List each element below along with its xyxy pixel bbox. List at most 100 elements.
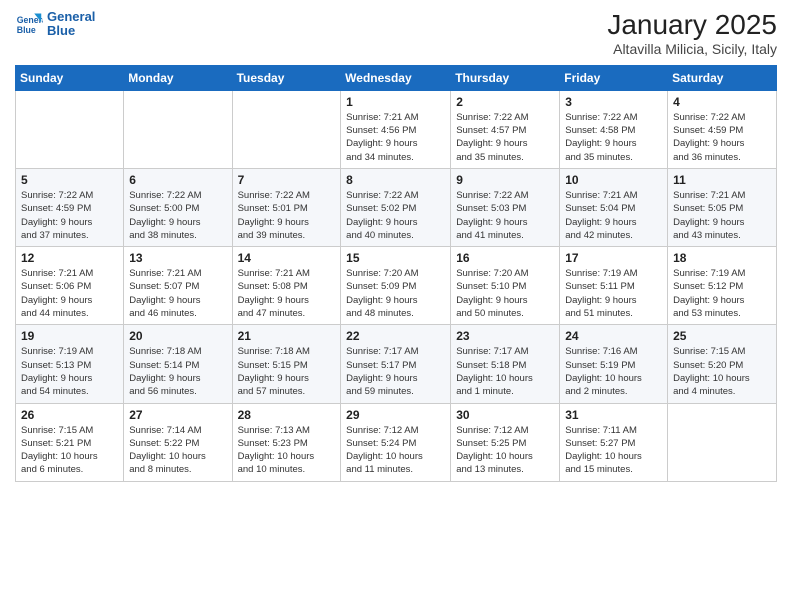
day-info: Sunrise: 7:13 AM Sunset: 5:23 PM Dayligh… <box>238 424 336 477</box>
day-number: 4 <box>673 95 771 109</box>
calendar-cell: 11 Sunrise: 7:21 AM Sunset: 5:05 PM Dayli… <box>668 168 777 246</box>
calendar-cell: 27 Sunrise: 7:14 AM Sunset: 5:22 PM Dayli… <box>124 403 232 481</box>
day-info: Sunrise: 7:22 AM Sunset: 5:01 PM Dayligh… <box>238 189 336 242</box>
title-block: January 2025 Altavilla Milicia, Sicily, … <box>607 10 777 57</box>
calendar-weekday-tuesday: Tuesday <box>232 65 341 90</box>
calendar-week-row: 12 Sunrise: 7:21 AM Sunset: 5:06 PM Dayli… <box>16 247 777 325</box>
day-info: Sunrise: 7:19 AM Sunset: 5:12 PM Dayligh… <box>673 267 771 320</box>
calendar-cell: 7 Sunrise: 7:22 AM Sunset: 5:01 PM Daylig… <box>232 168 341 246</box>
calendar-cell <box>232 90 341 168</box>
logo-general: General <box>47 10 95 24</box>
calendar-cell: 1 Sunrise: 7:21 AM Sunset: 4:56 PM Daylig… <box>341 90 451 168</box>
day-number: 1 <box>346 95 445 109</box>
calendar-cell: 22 Sunrise: 7:17 AM Sunset: 5:17 PM Dayli… <box>341 325 451 403</box>
calendar-weekday-thursday: Thursday <box>451 65 560 90</box>
day-number: 16 <box>456 251 554 265</box>
calendar-cell: 13Sunrise: 7:21 AM Sunset: 5:07 PM Dayli… <box>124 247 232 325</box>
day-number: 13 <box>129 251 226 265</box>
day-info: Sunrise: 7:21 AM Sunset: 5:04 PM Dayligh… <box>565 189 662 242</box>
calendar-weekday-friday: Friday <box>560 65 668 90</box>
calendar-cell <box>668 403 777 481</box>
day-info: Sunrise: 7:21 AM Sunset: 5:05 PM Dayligh… <box>673 189 771 242</box>
calendar-week-row: 5Sunrise: 7:22 AM Sunset: 4:59 PM Daylig… <box>16 168 777 246</box>
calendar-weekday-sunday: Sunday <box>16 65 124 90</box>
calendar-cell: 10 Sunrise: 7:21 AM Sunset: 5:04 PM Dayli… <box>560 168 668 246</box>
logo-icon: General Blue <box>15 10 43 38</box>
calendar-cell <box>124 90 232 168</box>
day-info: Sunrise: 7:18 AM Sunset: 5:14 PM Dayligh… <box>129 345 226 398</box>
calendar-weekday-wednesday: Wednesday <box>341 65 451 90</box>
calendar-cell: 23Sunrise: 7:17 AM Sunset: 5:18 PM Dayli… <box>451 325 560 403</box>
day-number: 8 <box>346 173 445 187</box>
day-number: 17 <box>565 251 662 265</box>
svg-text:Blue: Blue <box>17 25 36 35</box>
day-number: 25 <box>673 329 771 343</box>
calendar-cell: 30Sunrise: 7:12 AM Sunset: 5:25 PM Dayli… <box>451 403 560 481</box>
day-number: 27 <box>129 408 226 422</box>
day-number: 30 <box>456 408 554 422</box>
calendar-cell: 26Sunrise: 7:15 AM Sunset: 5:21 PM Dayli… <box>16 403 124 481</box>
day-info: Sunrise: 7:17 AM Sunset: 5:18 PM Dayligh… <box>456 345 554 398</box>
calendar-cell: 18 Sunrise: 7:19 AM Sunset: 5:12 PM Dayli… <box>668 247 777 325</box>
day-info: Sunrise: 7:12 AM Sunset: 5:24 PM Dayligh… <box>346 424 445 477</box>
calendar-week-row: 19 Sunrise: 7:19 AM Sunset: 5:13 PM Dayli… <box>16 325 777 403</box>
day-number: 11 <box>673 173 771 187</box>
calendar-subtitle: Altavilla Milicia, Sicily, Italy <box>607 41 777 57</box>
day-number: 7 <box>238 173 336 187</box>
calendar-table: SundayMondayTuesdayWednesdayThursdayFrid… <box>15 65 777 482</box>
calendar-header-row: SundayMondayTuesdayWednesdayThursdayFrid… <box>16 65 777 90</box>
day-number: 2 <box>456 95 554 109</box>
day-number: 10 <box>565 173 662 187</box>
calendar-cell: 24Sunrise: 7:16 AM Sunset: 5:19 PM Dayli… <box>560 325 668 403</box>
calendar-title: January 2025 <box>607 10 777 41</box>
day-number: 15 <box>346 251 445 265</box>
calendar-cell: 29 Sunrise: 7:12 AM Sunset: 5:24 PM Dayli… <box>341 403 451 481</box>
logo: General Blue General Blue <box>15 10 95 39</box>
calendar-cell: 16 Sunrise: 7:20 AM Sunset: 5:10 PM Dayli… <box>451 247 560 325</box>
calendar-weekday-saturday: Saturday <box>668 65 777 90</box>
calendar-cell: 3 Sunrise: 7:22 AM Sunset: 4:58 PM Daylig… <box>560 90 668 168</box>
calendar-cell: 12 Sunrise: 7:21 AM Sunset: 5:06 PM Dayli… <box>16 247 124 325</box>
calendar-cell: 21 Sunrise: 7:18 AM Sunset: 5:15 PM Dayli… <box>232 325 341 403</box>
day-number: 19 <box>21 329 118 343</box>
day-info: Sunrise: 7:22 AM Sunset: 5:00 PM Dayligh… <box>129 189 226 242</box>
day-number: 28 <box>238 408 336 422</box>
calendar-cell <box>16 90 124 168</box>
day-info: Sunrise: 7:19 AM Sunset: 5:11 PM Dayligh… <box>565 267 662 320</box>
day-info: Sunrise: 7:14 AM Sunset: 5:22 PM Dayligh… <box>129 424 226 477</box>
day-number: 14 <box>238 251 336 265</box>
day-info: Sunrise: 7:19 AM Sunset: 5:13 PM Dayligh… <box>21 345 118 398</box>
calendar-cell: 17 Sunrise: 7:19 AM Sunset: 5:11 PM Dayli… <box>560 247 668 325</box>
day-info: Sunrise: 7:11 AM Sunset: 5:27 PM Dayligh… <box>565 424 662 477</box>
day-info: Sunrise: 7:22 AM Sunset: 4:58 PM Dayligh… <box>565 111 662 164</box>
day-number: 3 <box>565 95 662 109</box>
calendar-cell: 8 Sunrise: 7:22 AM Sunset: 5:02 PM Daylig… <box>341 168 451 246</box>
day-number: 20 <box>129 329 226 343</box>
day-number: 18 <box>673 251 771 265</box>
calendar-week-row: 26Sunrise: 7:15 AM Sunset: 5:21 PM Dayli… <box>16 403 777 481</box>
day-info: Sunrise: 7:21 AM Sunset: 4:56 PM Dayligh… <box>346 111 445 164</box>
calendar-cell: 6Sunrise: 7:22 AM Sunset: 5:00 PM Daylig… <box>124 168 232 246</box>
day-number: 21 <box>238 329 336 343</box>
day-info: Sunrise: 7:22 AM Sunset: 5:02 PM Dayligh… <box>346 189 445 242</box>
calendar-cell: 14Sunrise: 7:21 AM Sunset: 5:08 PM Dayli… <box>232 247 341 325</box>
calendar-cell: 19 Sunrise: 7:19 AM Sunset: 5:13 PM Dayli… <box>16 325 124 403</box>
day-number: 29 <box>346 408 445 422</box>
day-info: Sunrise: 7:18 AM Sunset: 5:15 PM Dayligh… <box>238 345 336 398</box>
calendar-cell: 2 Sunrise: 7:22 AM Sunset: 4:57 PM Daylig… <box>451 90 560 168</box>
day-info: Sunrise: 7:15 AM Sunset: 5:20 PM Dayligh… <box>673 345 771 398</box>
day-info: Sunrise: 7:21 AM Sunset: 5:06 PM Dayligh… <box>21 267 118 320</box>
logo-blue: Blue <box>47 24 75 38</box>
day-info: Sunrise: 7:17 AM Sunset: 5:17 PM Dayligh… <box>346 345 445 398</box>
calendar-cell: 31Sunrise: 7:11 AM Sunset: 5:27 PM Dayli… <box>560 403 668 481</box>
day-number: 5 <box>21 173 118 187</box>
day-number: 22 <box>346 329 445 343</box>
day-info: Sunrise: 7:22 AM Sunset: 5:03 PM Dayligh… <box>456 189 554 242</box>
day-number: 24 <box>565 329 662 343</box>
day-number: 12 <box>21 251 118 265</box>
page: General Blue General Blue January 2025 A… <box>0 0 792 612</box>
calendar-weekday-monday: Monday <box>124 65 232 90</box>
day-info: Sunrise: 7:20 AM Sunset: 5:10 PM Dayligh… <box>456 267 554 320</box>
day-info: Sunrise: 7:22 AM Sunset: 4:57 PM Dayligh… <box>456 111 554 164</box>
calendar-week-row: 1 Sunrise: 7:21 AM Sunset: 4:56 PM Daylig… <box>16 90 777 168</box>
